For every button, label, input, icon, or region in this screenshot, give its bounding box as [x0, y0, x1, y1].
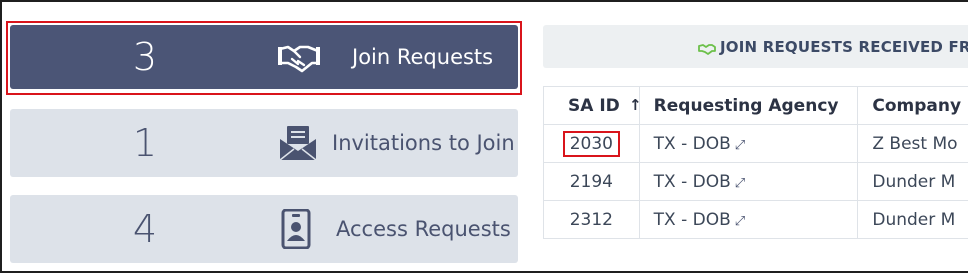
column-header-sa-id[interactable]: SA ID ↑	[543, 86, 640, 125]
access-requests-tile[interactable]: 4 Access Requests	[10, 195, 518, 263]
id-badge-icon	[278, 208, 318, 250]
access-requests-count: 4	[132, 207, 158, 251]
handshake-icon	[698, 40, 716, 55]
external-link-icon[interactable]: ⤢	[735, 138, 745, 153]
sa-id-link[interactable]: 2312	[565, 209, 618, 231]
agency-cell[interactable]: TX - DOB ⤢	[638, 162, 859, 201]
agency-cell[interactable]: TX - DOB ⤢	[638, 124, 859, 163]
agency-cell[interactable]: TX - DOB ⤢	[638, 200, 859, 239]
external-link-icon[interactable]: ⤢	[735, 214, 745, 229]
join-requests-table: SA ID ↑ Requesting Agency Company 2030 T…	[543, 86, 968, 239]
company-cell: Dunder M	[857, 162, 968, 201]
external-link-icon[interactable]: ⤢	[735, 176, 745, 191]
sa-id-link[interactable]: 2030	[562, 130, 620, 157]
handshake-icon	[278, 37, 320, 77]
invitations-tile[interactable]: 1 Invitations to Join	[10, 109, 518, 177]
agency-name: TX - DOB	[653, 209, 731, 230]
join-requests-label: Join Requests	[352, 45, 494, 69]
company-cell: Z Best Mo	[857, 124, 968, 163]
access-requests-label: Access Requests	[336, 217, 511, 241]
table-row[interactable]: 2030 TX - DOB ⤢ Z Best Mo	[543, 124, 968, 163]
column-header-requesting-agency[interactable]: Requesting Agency	[638, 86, 859, 125]
company-cell: Dunder M	[857, 200, 968, 239]
envelope-letter-icon	[278, 123, 318, 163]
sa-id-link[interactable]: 2194	[565, 171, 618, 193]
table-row[interactable]: 2194 TX - DOB ⤢ Dunder M	[543, 162, 968, 201]
invitations-label: Invitations to Join	[332, 131, 515, 155]
banner-title: JOIN REQUESTS RECEIVED FRO	[720, 37, 968, 56]
table-row[interactable]: 2312 TX - DOB ⤢ Dunder M	[543, 200, 968, 239]
agency-name: TX - DOB	[653, 133, 731, 154]
join-requests-received-banner: JOIN REQUESTS RECEIVED FRO	[543, 25, 968, 68]
join-requests-tile[interactable]: 3 Join Requests	[10, 25, 518, 89]
join-requests-count: 3	[132, 35, 158, 79]
sa-id-header-label: SA ID	[568, 95, 620, 116]
sort-ascending-icon[interactable]: ↑	[629, 96, 638, 114]
agency-name: TX - DOB	[653, 171, 731, 192]
column-header-company[interactable]: Company	[857, 86, 968, 125]
invitations-count: 1	[132, 121, 158, 165]
